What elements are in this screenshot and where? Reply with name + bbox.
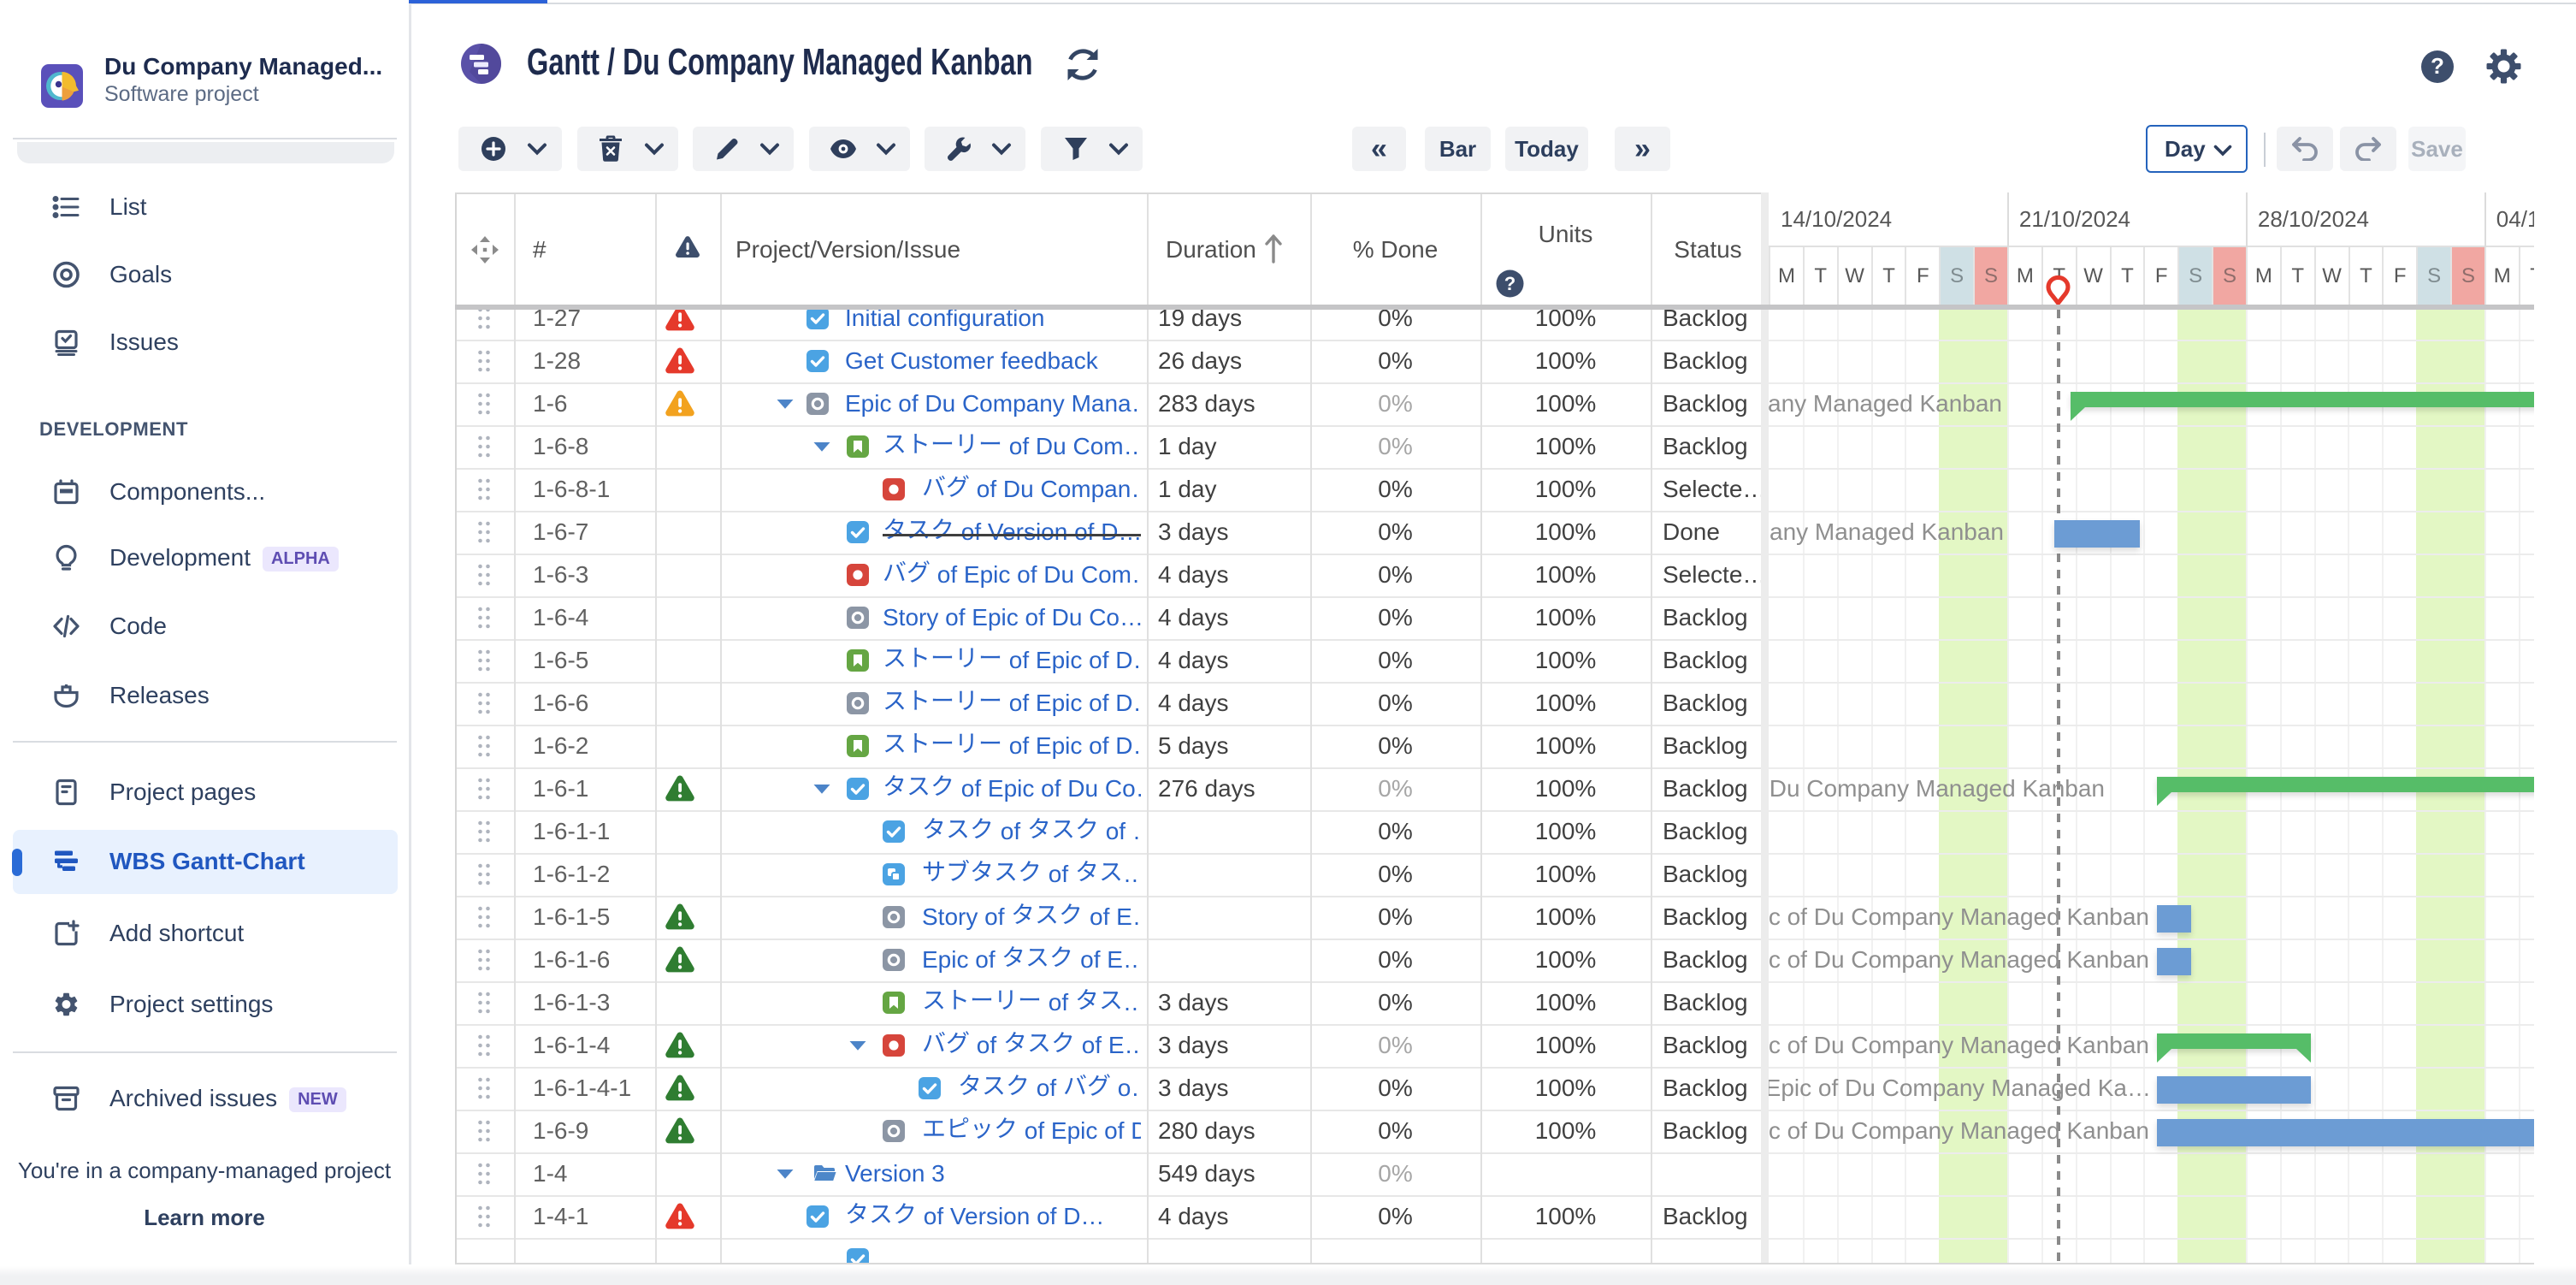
svg-text:?: ? <box>2431 53 2444 79</box>
svg-text:?: ? <box>1504 273 1515 294</box>
